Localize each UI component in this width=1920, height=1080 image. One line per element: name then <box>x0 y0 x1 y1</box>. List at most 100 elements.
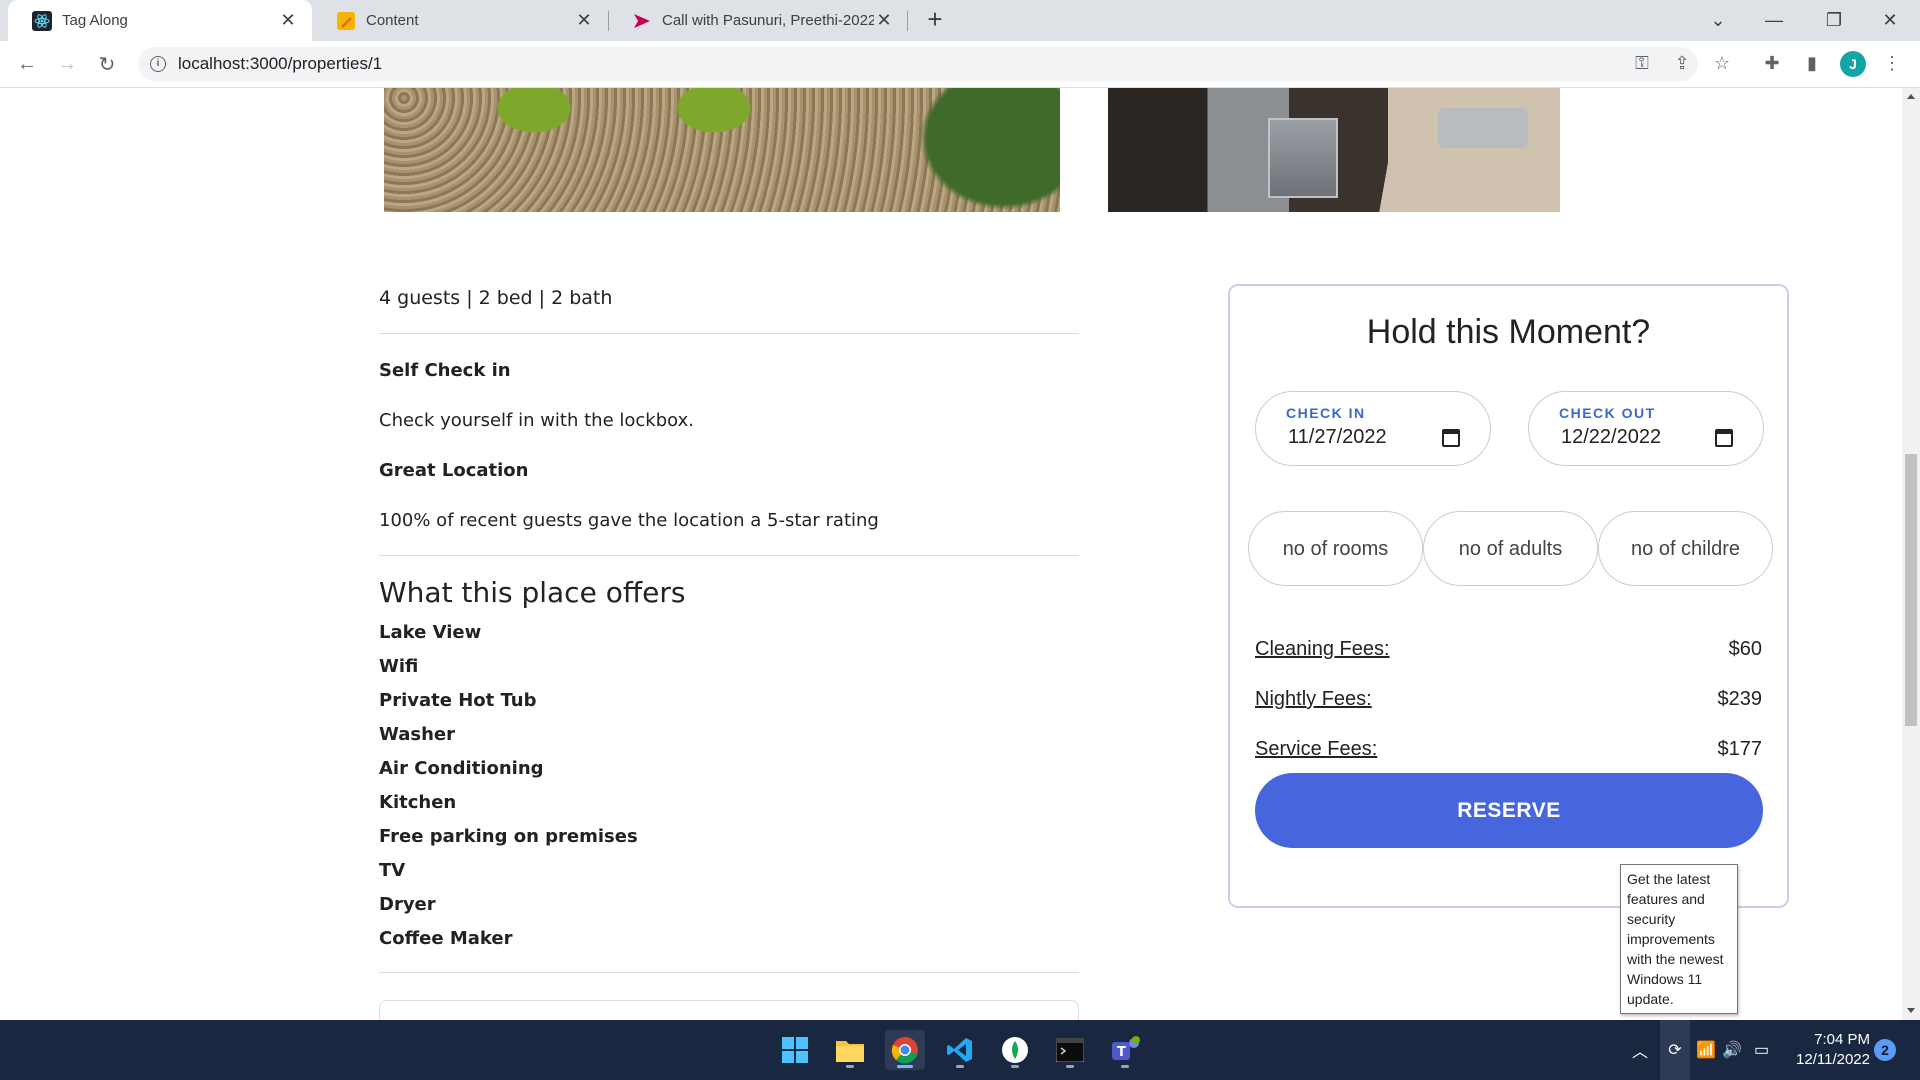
highlight-text: 100% of recent guests gave the location … <box>379 510 879 531</box>
check-in-label: CHECK IN <box>1286 405 1366 421</box>
wifi-icon[interactable]: 📶 <box>1696 1020 1716 1080</box>
update-sync-icon[interactable]: ⟳ <box>1660 1020 1690 1080</box>
sink-shape <box>1438 108 1528 148</box>
chrome-icon[interactable] <box>885 1030 925 1070</box>
notification-badge[interactable]: 2 <box>1874 1039 1896 1061</box>
share-icon[interactable]: ⇪ <box>1668 49 1696 77</box>
scroll-up-arrow-icon[interactable] <box>1907 94 1915 99</box>
tab-separator <box>907 11 908 31</box>
show-hidden-icons-chevron[interactable]: ︿ <box>1632 1020 1648 1080</box>
adults-input[interactable]: no of adults <box>1423 511 1598 586</box>
forward-arrow-icon[interactable]: → <box>52 49 82 79</box>
next-section-card <box>379 1000 1079 1020</box>
notes-icon <box>336 11 356 31</box>
divider <box>379 555 1079 556</box>
kebab-menu-icon[interactable]: ⋮ <box>1878 49 1906 77</box>
new-tab-button[interactable]: + <box>921 6 949 34</box>
tab-title: Tag Along <box>62 12 128 29</box>
terminal-icon[interactable] <box>1050 1030 1090 1070</box>
nightly-fees-value: $239 <box>1717 688 1763 710</box>
stove-shape <box>1268 118 1338 198</box>
close-icon[interactable]: ✕ <box>574 10 594 31</box>
booking-title: Hold this Moment? <box>1366 313 1651 351</box>
stream-icon <box>632 11 652 31</box>
extensions-puzzle-icon[interactable]: ✚ <box>1758 49 1786 77</box>
window-close-button[interactable]: ✕ <box>1862 0 1918 41</box>
property-photo-yard <box>384 88 1060 212</box>
highlight-title: Great Location <box>379 460 529 481</box>
amenity-item: Wifi <box>379 656 419 677</box>
teams-icon[interactable]: T <box>1105 1030 1145 1070</box>
amenity-item: Dryer <box>379 894 436 915</box>
scroll-thumb[interactable] <box>1905 454 1917 726</box>
url-text[interactable]: localhost:3000/properties/1 <box>178 54 382 74</box>
amenity-item: Kitchen <box>379 792 457 813</box>
windows-taskbar: T ︿ ⟳ 📶 🔊 ▭ 7:04 PM 12/11/2022 2 <box>0 1020 1920 1080</box>
calendar-icon[interactable] <box>1715 429 1733 447</box>
divider <box>379 972 1079 973</box>
divider <box>379 333 1079 334</box>
close-icon[interactable]: ✕ <box>278 10 298 31</box>
amenity-item: Free parking on premises <box>379 826 638 847</box>
amenity-item: Private Hot Tub <box>379 690 537 711</box>
scroll-down-arrow-icon[interactable] <box>1907 1008 1915 1013</box>
site-info-icon[interactable]: i <box>150 56 166 72</box>
running-indicator <box>956 1065 964 1068</box>
clock[interactable]: 7:04 PM 12/11/2022 <box>1790 1030 1870 1070</box>
volume-icon[interactable]: 🔊 <box>1722 1020 1742 1080</box>
service-fees-value: $177 <box>1717 738 1763 760</box>
calendar-icon[interactable] <box>1442 429 1460 447</box>
amenity-item: Lake View <box>379 622 482 643</box>
check-in-field[interactable]: CHECK IN 11/27/2022 <box>1255 391 1491 466</box>
clock-date: 12/11/2022 <box>1796 1051 1870 1068</box>
page-scrollbar[interactable] <box>1902 88 1920 1020</box>
restore-button[interactable]: ❐ <box>1806 0 1862 41</box>
running-indicator <box>1011 1065 1019 1068</box>
property-photo-kitchen <box>1108 88 1560 212</box>
amenity-item: Washer <box>379 724 455 745</box>
reload-icon[interactable]: ↻ <box>92 49 122 79</box>
check-out-field[interactable]: CHECK OUT 12/22/2022 <box>1528 391 1764 466</box>
tab-tag-along[interactable]: Tag Along ✕ <box>8 0 312 41</box>
amenity-item: Coffee Maker <box>379 928 513 949</box>
key-icon[interactable]: ⚿ <box>1628 49 1656 77</box>
minimize-button[interactable]: — <box>1746 0 1802 41</box>
side-panel-icon[interactable]: ▮ <box>1798 49 1826 77</box>
profile-avatar[interactable]: J <box>1840 51 1866 77</box>
highlight-title: Self Check in <box>379 360 511 381</box>
address-bar[interactable]: i localhost:3000/properties/1 <box>138 47 1698 81</box>
tab-strip: Tag Along ✕ Content ✕ Call with Pasunuri… <box>0 0 1920 41</box>
check-in-value[interactable]: 11/27/2022 <box>1288 426 1387 449</box>
cleaning-fees-value: $60 <box>1728 638 1762 660</box>
cleaning-fees-label: Cleaning Fees: <box>1255 638 1390 660</box>
running-indicator <box>897 1065 913 1068</box>
tab-content[interactable]: Content ✕ <box>312 0 608 41</box>
check-out-value[interactable]: 12/22/2022 <box>1561 426 1661 449</box>
browser-toolbar: ← → ↻ i localhost:3000/properties/1 ⚿ ⇪ … <box>0 41 1920 88</box>
amenity-item: TV <box>379 860 406 881</box>
bookmark-star-icon[interactable]: ☆ <box>1708 49 1736 77</box>
mongodb-compass-icon[interactable] <box>995 1030 1035 1070</box>
vscode-icon[interactable] <box>940 1030 980 1070</box>
service-fees-label: Service Fees: <box>1255 738 1378 760</box>
svg-text:T: T <box>1117 1045 1126 1060</box>
tab-call[interactable]: Call with Pasunuri, Preethi-20221 ✕ <box>608 0 908 41</box>
reserve-button[interactable]: RESERVE <box>1255 773 1763 848</box>
windows-start-icon[interactable] <box>775 1030 815 1070</box>
booking-card: Hold this Moment? CHECK IN 11/27/2022 CH… <box>1228 284 1789 908</box>
tab-title: Content <box>366 12 419 29</box>
back-arrow-icon[interactable]: ← <box>12 49 42 79</box>
close-icon[interactable]: ✕ <box>874 10 894 31</box>
running-indicator <box>1066 1065 1074 1068</box>
file-explorer-icon[interactable] <box>830 1030 870 1070</box>
battery-icon[interactable]: ▭ <box>1754 1020 1769 1080</box>
rooms-input[interactable]: no of rooms <box>1248 511 1423 586</box>
children-input[interactable]: no of childre <box>1598 511 1773 586</box>
highlight-text: Check yourself in with the lockbox. <box>379 410 694 431</box>
amenity-item: Air Conditioning <box>379 758 544 779</box>
tab-search-chevron-icon[interactable]: ⌄ <box>1690 0 1746 41</box>
windows-update-tooltip: Get the latest features and security imp… <box>1620 864 1738 1014</box>
react-icon <box>32 10 52 31</box>
check-out-label: CHECK OUT <box>1559 405 1656 421</box>
page-viewport: 4 guests | 2 bed | 2 bath Self Check in … <box>0 88 1902 1020</box>
